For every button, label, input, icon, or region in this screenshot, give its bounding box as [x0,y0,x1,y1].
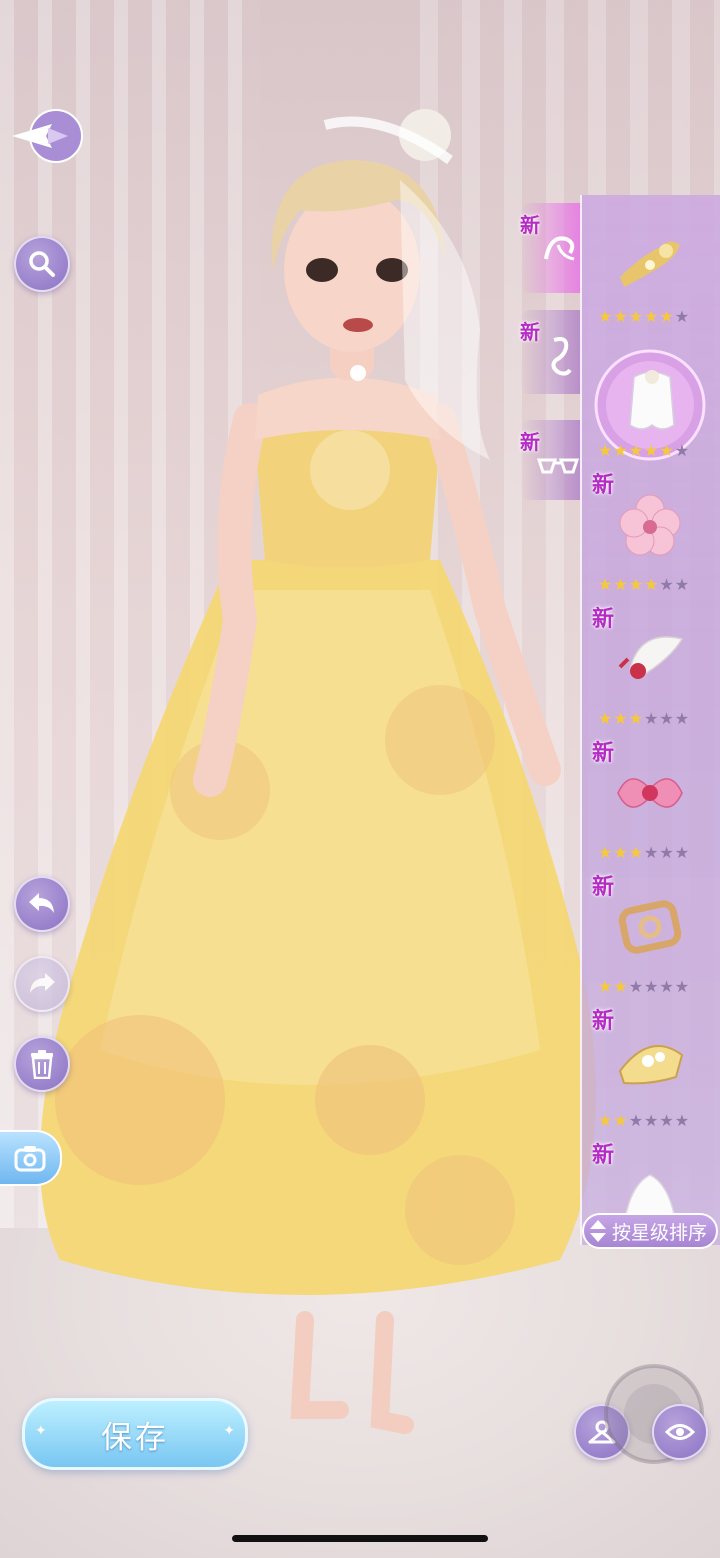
redo-button[interactable] [14,956,70,1012]
item-card[interactable]: 新 ★★★★★★ [582,597,720,731]
star-rating: ★★★★★★ [598,441,691,460]
delete-button[interactable] [14,1036,70,1092]
back-button[interactable] [8,104,88,168]
search-icon [29,251,55,277]
sparkle-icon: ✦ [223,1423,235,1439]
camera-icon [14,1146,46,1172]
save-button-label: 保存 [101,1419,169,1456]
earring-icon [551,337,572,376]
gold-ornament-icon [618,900,682,954]
new-badge: 新 [520,430,540,454]
eye-icon [665,1424,695,1440]
save-button[interactable]: ✦ 保存 ✦ [22,1398,248,1470]
category-tab-hair-accessory[interactable]: 新 [520,203,582,293]
sort-arrows-icon [590,1220,606,1242]
pink-bow-icon [617,778,683,808]
sparkle-icon: ✦ [35,1423,47,1439]
trash-icon [31,1050,53,1079]
gold-hairpin-icon [620,241,680,287]
star-rating: ★★★★★★ [598,1111,691,1130]
star-rating: ★★★★★★ [598,977,691,996]
new-badge: 新 [520,213,540,237]
search-button[interactable] [14,236,70,292]
home-indicator[interactable] [232,1535,488,1542]
sort-button-label: 按星级排序 [612,1221,708,1244]
white-veil-icon [629,370,675,430]
item-card[interactable]: 新 ★★★★★★ [582,999,720,1133]
item-card[interactable]: 新 ★★★★★★ [582,865,720,999]
item-card[interactable]: 新 ★★★★★★ [582,463,720,597]
category-tab-glasses[interactable]: 新 [520,420,582,500]
undo-button[interactable] [14,876,70,932]
pink-flower-icon [619,494,681,556]
camera-button[interactable] [0,1130,62,1186]
star-rating: ★★★★★★ [598,307,691,326]
view-toggle-button[interactable] [652,1404,708,1460]
item-list-panel[interactable]: ★★★★★★ ★★★★★★ 新 ★★★★★★ 新 ★★★★★★ 新 ★★★★★★… [580,195,720,1245]
item-card-selected[interactable]: ★★★★★★ [582,329,720,463]
gold-fan-clip-icon [618,1045,684,1085]
back-icon [12,109,83,163]
white-feather-clip-icon [618,636,684,679]
star-rating: ★★★★★★ [598,575,691,594]
new-badge: 新 [520,320,540,344]
undo-icon [29,893,54,913]
item-card[interactable]: 新 ★★★★★★ [582,731,720,865]
glasses-icon [536,458,580,474]
hair-accessory-icon [544,236,575,261]
sort-by-stars-button[interactable]: 按星级排序 [582,1213,718,1249]
category-tab-earring[interactable]: 新 [520,310,582,394]
star-rating: ★★★★★★ [598,709,691,728]
star-rating: ★★★★★★ [598,843,691,862]
redo-icon [30,973,55,993]
item-card[interactable]: ★★★★★★ [582,195,720,329]
